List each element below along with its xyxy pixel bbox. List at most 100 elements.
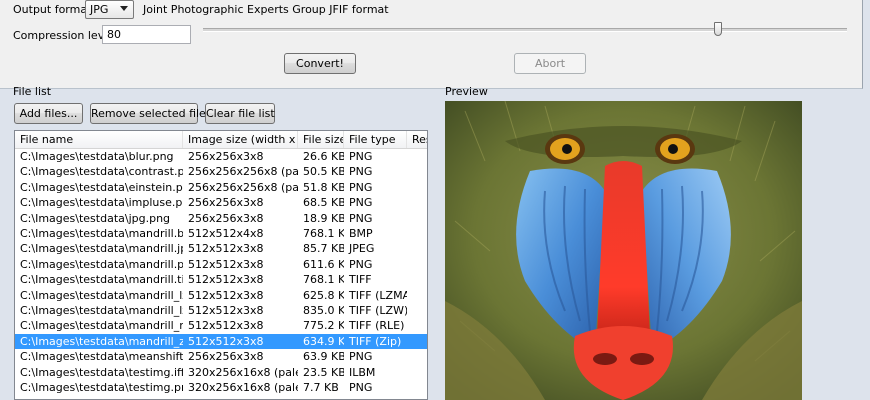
cell-file-type: PNG: [349, 350, 373, 364]
table-row[interactable]: C:\Images\testdata\contrast.png 256x256x2…: [15, 164, 427, 179]
cell-file-size: 768.1 KB: [303, 227, 344, 240]
cell-image-size: 512x512x4x8: [188, 227, 264, 240]
file-list-section-label: File list: [13, 85, 52, 98]
cell-file-name: C:\Images\testdata\mandrill_lzma.tiff: [20, 288, 183, 302]
table-row[interactable]: C:\Images\testdata\impluse.png 256x256x3x…: [15, 195, 427, 210]
mandrill-picture: [445, 101, 802, 400]
cell-file-type: TIFF (RLE): [349, 319, 405, 333]
table-row[interactable]: C:\Images\testdata\mandrill_lzw.tiff 512x…: [15, 303, 427, 318]
compression-slider-track[interactable]: [203, 28, 847, 32]
table-row[interactable]: C:\Images\testdata\mandrill.jpg 512x512x3…: [15, 241, 427, 256]
cell-file-name: C:\Images\testdata\mandrill_rle.tiff: [20, 319, 183, 333]
cell-image-size: 512x512x3x8: [188, 319, 264, 333]
cell-image-size: 512x512x3x8: [188, 288, 264, 302]
cell-file-size: 26.6 KB: [303, 150, 344, 163]
cell-file-type: TIFF (Zip): [349, 334, 402, 348]
cell-image-size: 256x256x256x8 (palette): [188, 165, 298, 179]
table-row[interactable]: C:\Images\testdata\mandrill_lzma.tiff 512…: [15, 288, 427, 303]
cell-file-name: C:\Images\testdata\mandrill.png: [20, 257, 183, 271]
table-header: File name Image size (width x hei... Fil…: [15, 131, 427, 149]
table-row[interactable]: C:\Images\testdata\einstein.png 256x256x2…: [15, 180, 427, 195]
table-row[interactable]: C:\Images\testdata\meanshift.png 256x256x…: [15, 349, 427, 364]
convert-button[interactable]: Convert!: [284, 53, 356, 74]
column-header-resolution[interactable]: Res: [407, 131, 427, 148]
table-row[interactable]: C:\Images\testdata\mandrill_zip.tiff 512x…: [15, 333, 427, 350]
column-header-file-name[interactable]: File name: [15, 131, 183, 148]
cell-file-type: PNG: [349, 381, 373, 394]
cell-file-size: 775.2 KB: [303, 319, 344, 333]
cell-file-name: C:\Images\testdata\testimg.iff: [20, 365, 183, 379]
cell-file-type: JPEG: [349, 242, 375, 256]
cell-image-size: 320x256x16x8 (palette): [188, 365, 298, 379]
cell-image-size: 256x256x256x8 (palette): [188, 180, 298, 194]
cell-image-size: 512x512x3x8: [188, 242, 264, 256]
cell-file-type: ILBM: [349, 365, 376, 379]
cell-file-size: 835.0 KB: [303, 304, 344, 317]
cell-image-size: 256x256x3x8: [188, 150, 264, 163]
chevron-down-icon: [120, 6, 128, 11]
compression-slider-thumb[interactable]: [714, 22, 723, 36]
cell-image-size: 320x256x16x8 (palette): [188, 381, 298, 394]
cell-file-name: C:\Images\testdata\impluse.png: [20, 196, 183, 210]
column-header-image-size[interactable]: Image size (width x hei...: [183, 131, 298, 148]
cell-file-name: C:\Images\testdata\meanshift.png: [20, 350, 183, 364]
cell-file-name: C:\Images\testdata\mandrill_zip.tiff: [20, 334, 183, 348]
cell-file-size: 625.8 KB: [303, 288, 344, 302]
mandrill-preview-image: [445, 101, 802, 400]
cell-file-size: 63.9 KB: [303, 350, 344, 364]
column-header-file-size[interactable]: File size: [298, 131, 344, 148]
compression-level-input[interactable]: 80: [102, 25, 191, 44]
table-row[interactable]: C:\Images\testdata\mandrill.png 512x512x3…: [15, 257, 427, 272]
cell-file-size: 23.5 KB: [303, 365, 344, 379]
output-format-select[interactable]: JPG: [85, 0, 134, 19]
preview-section-label: Preview: [445, 85, 488, 98]
cell-file-type: TIFF (LZMA): [349, 288, 407, 302]
cell-file-name: C:\Images\testdata\mandrill.tiff: [20, 273, 183, 287]
cell-file-name: C:\Images\testdata\mandrill.bmp: [20, 227, 183, 240]
cell-file-size: 68.5 KB: [303, 196, 344, 210]
cell-file-type: PNG: [349, 196, 373, 210]
cell-file-name: C:\Images\testdata\einstein.png: [20, 180, 183, 194]
cell-file-type: PNG: [349, 165, 373, 179]
abort-button[interactable]: Abort: [514, 53, 586, 74]
cell-file-type: PNG: [349, 150, 373, 163]
clear-file-list-button[interactable]: Clear file list: [205, 103, 275, 124]
cell-file-size: 634.9 KB: [303, 334, 344, 348]
cell-file-size: 611.6 KB: [303, 257, 344, 271]
cell-file-type: TIFF (LZW): [349, 304, 407, 317]
cell-file-size: 18.9 KB: [303, 211, 344, 225]
options-panel: Output format: JPG Joint Photographic Ex…: [0, 0, 863, 89]
cell-file-type: PNG: [349, 257, 373, 271]
table-row[interactable]: C:\Images\testdata\mandrill.tiff 512x512x…: [15, 272, 427, 287]
file-list-table[interactable]: File name Image size (width x hei... Fil…: [14, 130, 428, 400]
table-row[interactable]: C:\Images\testdata\testimg.iff 320x256x16…: [15, 365, 427, 380]
cell-file-name: C:\Images\testdata\contrast.png: [20, 165, 183, 179]
cell-file-type: TIFF: [349, 273, 372, 287]
output-format-label: Output format:: [13, 3, 96, 16]
cell-file-type: BMP: [349, 227, 373, 240]
cell-file-size: 768.1 KB: [303, 273, 344, 287]
cell-image-size: 256x256x3x8: [188, 196, 264, 210]
cell-image-size: 256x256x3x8: [188, 350, 264, 364]
cell-file-name: C:\Images\testdata\blur.png: [20, 150, 174, 163]
column-header-file-type[interactable]: File type: [344, 131, 407, 148]
cell-file-name: C:\Images\testdata\mandrill_lzw.tiff: [20, 304, 183, 317]
remove-selected-files-button[interactable]: Remove selected files: [90, 103, 212, 124]
cell-file-name: C:\Images\testdata\mandrill.jpg: [20, 242, 183, 256]
cell-file-size: 51.8 KB: [303, 180, 344, 194]
cell-image-size: 256x256x3x8: [188, 211, 264, 225]
cell-image-size: 512x512x3x8: [188, 334, 264, 348]
table-row[interactable]: C:\Images\testdata\mandrill.bmp 512x512x4…: [15, 226, 427, 241]
output-format-value: JPG: [90, 3, 109, 16]
table-row[interactable]: C:\Images\testdata\mandrill_rle.tiff 512x…: [15, 318, 427, 333]
cell-image-size: 512x512x3x8: [188, 304, 264, 317]
table-row[interactable]: C:\Images\testdata\blur.png 256x256x3x8 26…: [15, 149, 427, 164]
cell-image-size: 512x512x3x8: [188, 257, 264, 271]
cell-file-name: C:\Images\testdata\testimg.png: [20, 381, 183, 394]
output-format-description: Joint Photographic Experts Group JFIF fo…: [143, 3, 389, 16]
cell-file-type: PNG: [349, 180, 373, 194]
cell-file-size: 7.7 KB: [303, 381, 339, 394]
table-row[interactable]: C:\Images\testdata\jpg.png 256x256x3x8 18.…: [15, 211, 427, 226]
add-files-button[interactable]: Add files...: [14, 103, 83, 124]
table-row[interactable]: C:\Images\testdata\testimg.png 320x256x16…: [15, 380, 427, 395]
